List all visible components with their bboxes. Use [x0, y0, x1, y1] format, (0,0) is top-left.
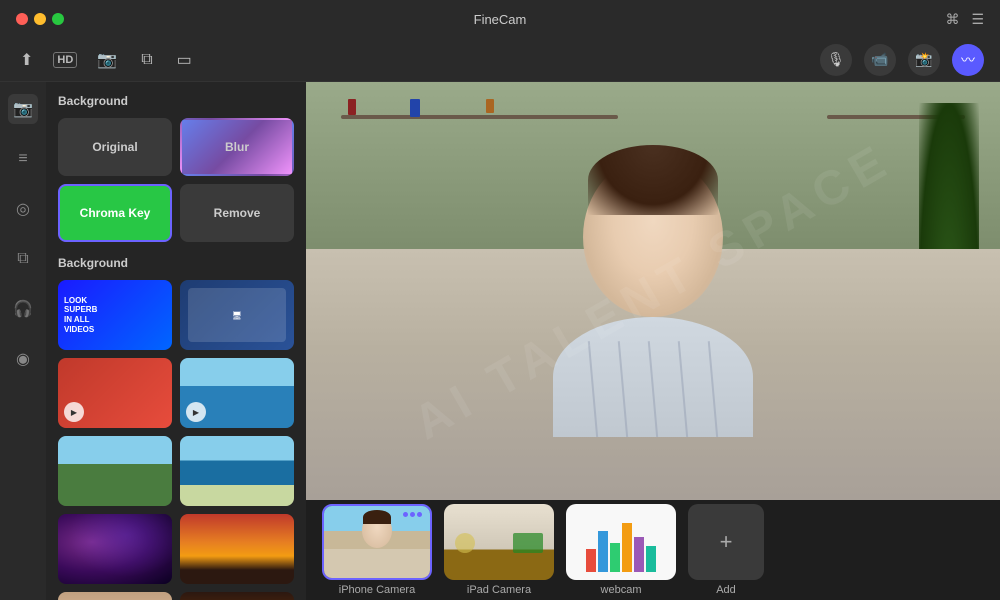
- video-area: AI TALENT SPACE iPhone Camera: [306, 82, 1000, 600]
- toolbar-right: 🎙 📹 📸 〰: [820, 44, 984, 76]
- camera-wrapper-add: + Add: [688, 504, 764, 596]
- camera-thumb-ipad[interactable]: [444, 504, 554, 580]
- hd-icon[interactable]: HD: [53, 52, 77, 68]
- bg-thumbnails-title: Background: [58, 256, 294, 270]
- bg-options-grid: Original Blur Chroma Key Remove: [58, 118, 294, 242]
- bg-thumb-10[interactable]: [180, 592, 294, 600]
- bg-option-remove-label: Remove: [214, 206, 261, 220]
- bg-thumb-8[interactable]: [180, 514, 294, 584]
- bg-thumb-2[interactable]: 🖥: [180, 280, 294, 350]
- link-icon[interactable]: ⌘: [945, 11, 959, 28]
- camera-wrapper-ipad: iPad Camera: [444, 504, 554, 596]
- bg-thumb-9[interactable]: [58, 592, 172, 600]
- mic-button[interactable]: 🎙: [820, 44, 852, 76]
- sidebar-icons: 📷 ≡ ◎ ⧉ 🎧 ◉: [0, 82, 46, 600]
- background-panel: Background Original Blur Chroma Key Remo…: [46, 82, 306, 600]
- play-icon-3: ▶: [64, 402, 84, 422]
- main-layout: 📷 ≡ ◎ ⧉ 🎧 ◉ Background Original Blur Chr…: [0, 82, 1000, 600]
- camera-thumb-iphone[interactable]: [322, 504, 432, 580]
- webcam-label: webcam: [601, 584, 642, 596]
- maximize-button[interactable]: [52, 13, 64, 25]
- dots-indicator: [403, 512, 422, 517]
- wave-button[interactable]: 〰: [952, 44, 984, 76]
- bg-section-title: Background: [58, 94, 294, 108]
- minimize-button[interactable]: [34, 13, 46, 25]
- sidebar-item-audio[interactable]: 🎧: [8, 294, 38, 324]
- bg-thumb-4[interactable]: ▶: [180, 358, 294, 428]
- camera-wrapper-iphone: iPhone Camera: [322, 504, 432, 596]
- bg-option-chroma-label: Chroma Key: [80, 206, 151, 220]
- snapshot-button[interactable]: 📸: [908, 44, 940, 76]
- title-bar-right: ⌘ ☰: [945, 11, 984, 28]
- bg-option-blur-label: Blur: [225, 140, 249, 154]
- add-camera-plus: +: [720, 529, 733, 555]
- video-button[interactable]: 📹: [864, 44, 896, 76]
- sidebar-item-camera[interactable]: 📷: [8, 94, 38, 124]
- play-icon-4: ▶: [186, 402, 206, 422]
- ipad-camera-preview: [444, 504, 554, 580]
- bg-thumbnails-grid: LOOKSUPERBIN ALLVIDEOS 🖥 ▶ ▶: [58, 280, 294, 600]
- traffic-lights: [16, 13, 64, 25]
- sidebar-item-sliders[interactable]: ≡: [8, 144, 38, 174]
- title-bar-left: [16, 13, 64, 25]
- iphone-camera-label: iPhone Camera: [339, 584, 415, 596]
- close-button[interactable]: [16, 13, 28, 25]
- crop-icon[interactable]: ▭: [173, 46, 196, 74]
- bg-option-original-label: Original: [92, 140, 137, 154]
- share-icon[interactable]: ⬆: [16, 46, 37, 74]
- toolbar-left: ⬆ HD 📷 ⧉ ▭: [16, 46, 196, 74]
- camera-wrapper-webcam: webcam: [566, 504, 676, 596]
- pip-icon[interactable]: ⧉: [137, 47, 156, 73]
- camera-thumb-webcam[interactable]: [566, 504, 676, 580]
- bg-thumb-6[interactable]: [180, 436, 294, 506]
- bg-option-chroma[interactable]: Chroma Key: [58, 184, 172, 242]
- bg-option-remove[interactable]: Remove: [180, 184, 294, 242]
- bg-thumb-5[interactable]: [58, 436, 172, 506]
- menu-icon[interactable]: ☰: [971, 11, 984, 28]
- ipad-camera-label: iPad Camera: [467, 584, 531, 596]
- add-camera-button[interactable]: +: [688, 504, 764, 580]
- app-title: FineCam: [474, 12, 527, 27]
- camera-strip: iPhone Camera iPad Camera: [306, 500, 1000, 600]
- camera-icon[interactable]: 📷: [93, 46, 121, 74]
- webcam-preview: [566, 504, 676, 580]
- video-feed: AI TALENT SPACE: [306, 82, 1000, 500]
- add-camera-label: Add: [716, 584, 736, 596]
- sidebar-item-layers[interactable]: ⧉: [8, 244, 38, 274]
- bg-thumb-7[interactable]: [58, 514, 172, 584]
- title-bar: FineCam ⌘ ☰: [0, 0, 1000, 38]
- sidebar-item-capture[interactable]: ◉: [8, 344, 38, 374]
- bg-option-original[interactable]: Original: [58, 118, 172, 176]
- bg-thumb-3[interactable]: ▶: [58, 358, 172, 428]
- bg-thumb-1[interactable]: LOOKSUPERBIN ALLVIDEOS: [58, 280, 172, 350]
- sidebar-item-effects[interactable]: ◎: [8, 194, 38, 224]
- video-main: AI TALENT SPACE: [306, 82, 1000, 500]
- bg-option-blur[interactable]: Blur: [180, 118, 294, 176]
- toolbar: ⬆ HD 📷 ⧉ ▭ 🎙 📹 📸 〰: [0, 38, 1000, 82]
